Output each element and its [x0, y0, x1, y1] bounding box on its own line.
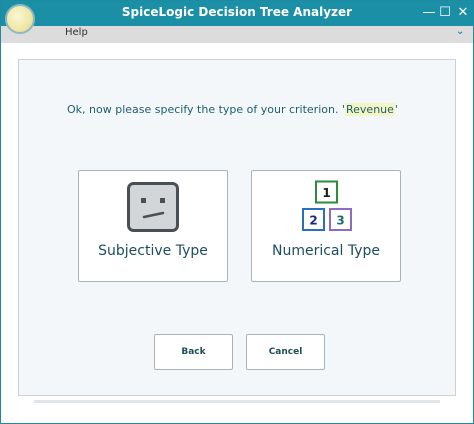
panel-shadow	[34, 400, 440, 403]
menu-help[interactable]: Help	[65, 27, 88, 38]
maximize-button[interactable]: ☐	[435, 3, 455, 23]
app-window: SpiceLogic Decision Tree Analyzer — ☐ ✕ …	[0, 0, 474, 424]
window-title: SpiceLogic Decision Tree Analyzer	[121, 5, 353, 19]
title-bar: SpiceLogic Decision Tree Analyzer — ☐ ✕	[1, 1, 473, 26]
menu-bar: Help ⌄	[1, 26, 473, 43]
criterion-quote-close: '	[394, 103, 398, 116]
wizard-panel: Ok, now please specify the type of your …	[18, 59, 456, 396]
subjective-type-label: Subjective Type	[98, 243, 208, 259]
criterion-type-prompt: Ok, now please specify the type of your …	[67, 103, 398, 116]
criterion-name: Revenue	[345, 103, 395, 116]
block-digit-3: 3	[336, 214, 344, 228]
prompt-text: Ok, now please specify the type of your …	[67, 103, 339, 116]
chevron-down-icon[interactable]: ⌄	[456, 26, 464, 37]
numerical-type-label: Numerical Type	[271, 243, 380, 259]
block-digit-1: 1	[322, 186, 330, 200]
numbered-blocks-icon: 1 2 3	[302, 180, 352, 231]
close-button[interactable]: ✕	[453, 3, 473, 23]
back-button[interactable]: Back	[154, 334, 233, 370]
numerical-type-card[interactable]: 1 2 3 Numerical Type	[251, 170, 401, 282]
subjective-type-card[interactable]: Subjective Type	[78, 170, 228, 282]
app-orb-icon[interactable]	[5, 4, 35, 34]
neutral-face-icon	[127, 182, 179, 232]
cancel-button[interactable]: Cancel	[246, 334, 325, 370]
block-digit-2: 2	[309, 214, 317, 228]
